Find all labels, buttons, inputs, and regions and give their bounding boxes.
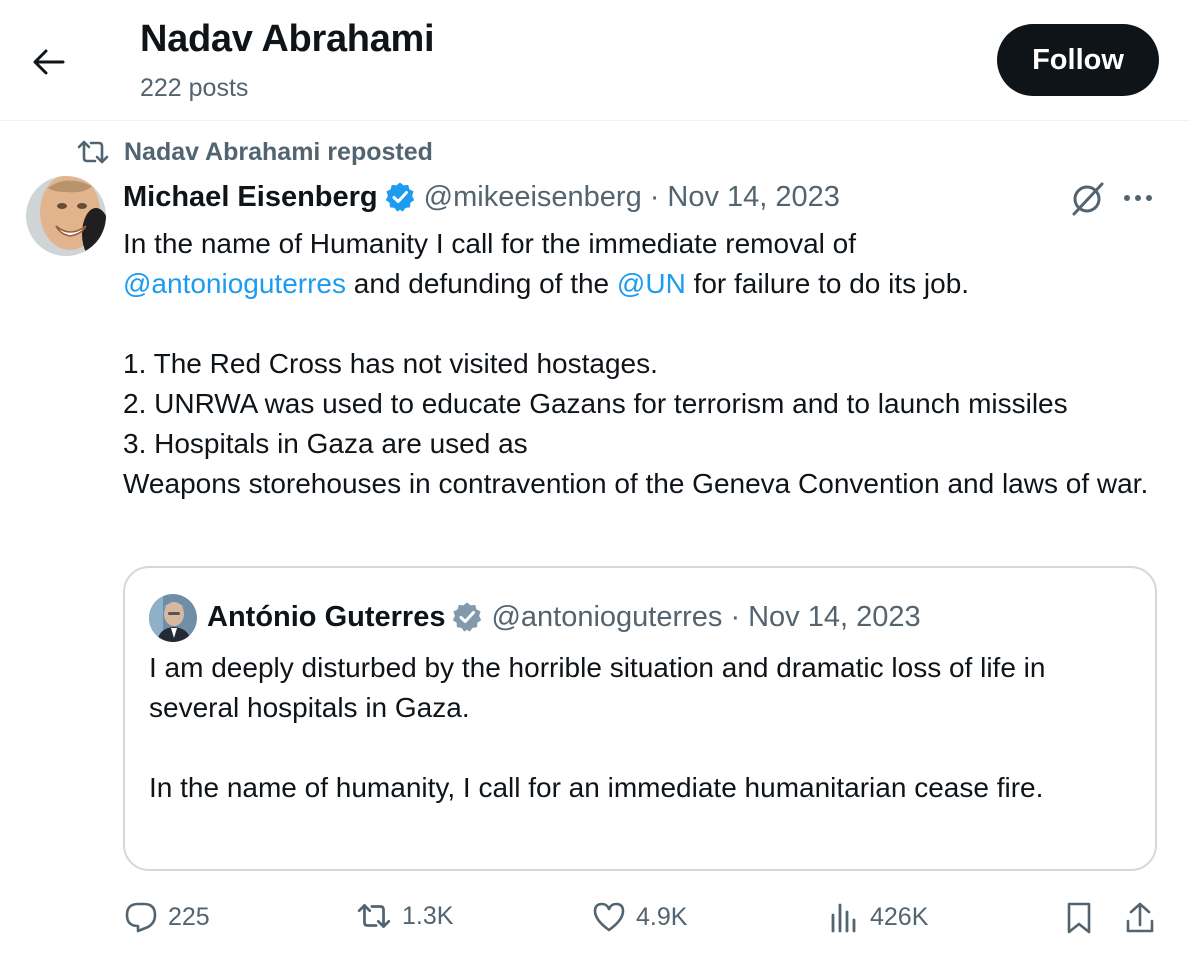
separator-dot: ·: [730, 600, 741, 633]
heart-icon: [593, 902, 625, 932]
tweet-action-bar: 225 1.3K 4.9K 426K: [0, 895, 1190, 941]
profile-name: Nadav Abrahami: [140, 18, 435, 60]
repost-text: Nadav Abrahami reposted: [124, 137, 433, 166]
bookmark-icon: [1067, 902, 1091, 934]
reply-count: 225: [168, 902, 210, 931]
quoted-avatar-image: [149, 594, 197, 642]
views-button[interactable]: 426K: [828, 901, 928, 933]
reply-button[interactable]: 225: [124, 901, 210, 933]
quoted-author-handle: @antonioguterres: [491, 600, 723, 633]
views-count: 426K: [870, 902, 929, 931]
repost-button[interactable]: 1.3K: [356, 901, 453, 931]
tweet-text: In the name of Humanity I call for the i…: [123, 224, 1168, 504]
verified-badge-icon[interactable]: [384, 181, 416, 213]
quoted-tweet-date: Nov 14, 2023: [748, 600, 921, 633]
tweet-text-part1: In the name of Humanity I call for the i…: [123, 228, 856, 259]
like-count: 4.9K: [636, 902, 688, 931]
tweet-header: Michael Eisenberg @mikeeisenberg · Nov 1…: [123, 176, 840, 218]
author-avatar[interactable]: [26, 176, 106, 256]
quoted-author-name: António Guterres: [207, 600, 446, 633]
arrow-left-icon: [33, 49, 65, 75]
quoted-tweet-text: I am deeply disturbed by the horrible si…: [149, 652, 1046, 803]
author-name[interactable]: Michael Eisenberg: [123, 181, 378, 214]
views-icon: [831, 903, 856, 933]
tweet-text-part3: for failure to do its job. 1. The Red Cr…: [123, 268, 1149, 499]
verified-badge-icon: [453, 602, 482, 632]
like-button[interactable]: 4.9K: [592, 901, 687, 933]
profile-header: Nadav Abrahami 222 posts Follow: [0, 0, 1190, 121]
bookmark-button[interactable]: [1064, 901, 1104, 935]
quoted-author-avatar: [149, 594, 197, 642]
more-icon[interactable]: [1120, 186, 1156, 210]
post-count: 222 posts: [140, 74, 249, 102]
follow-button[interactable]: Follow: [997, 24, 1159, 96]
repost-icon: [357, 904, 391, 928]
grok-icon[interactable]: [1068, 180, 1106, 218]
tweet-text-part2: and defunding of the: [346, 268, 617, 299]
repost-icon: [77, 140, 109, 164]
mention-antonioguterres[interactable]: @antonioguterres: [123, 268, 346, 299]
reply-icon: [125, 902, 157, 933]
quoted-tweet-header: António Guterres @antonioguterres · Nov …: [207, 596, 921, 638]
share-button[interactable]: [1124, 901, 1166, 935]
separator-dot: ·: [649, 180, 660, 213]
back-button[interactable]: [26, 40, 70, 84]
avatar-image: [26, 176, 106, 256]
quoted-tweet[interactable]: António Guterres @antonioguterres · Nov …: [123, 566, 1157, 871]
author-handle[interactable]: @mikeeisenberg: [424, 181, 642, 214]
mention-un[interactable]: @UN: [617, 268, 686, 299]
tweet-date[interactable]: Nov 14, 2023: [667, 181, 840, 214]
share-icon: [1126, 902, 1154, 933]
repost-indicator[interactable]: Nadav Abrahami reposted: [76, 136, 433, 168]
repost-count: 1.3K: [402, 901, 454, 930]
